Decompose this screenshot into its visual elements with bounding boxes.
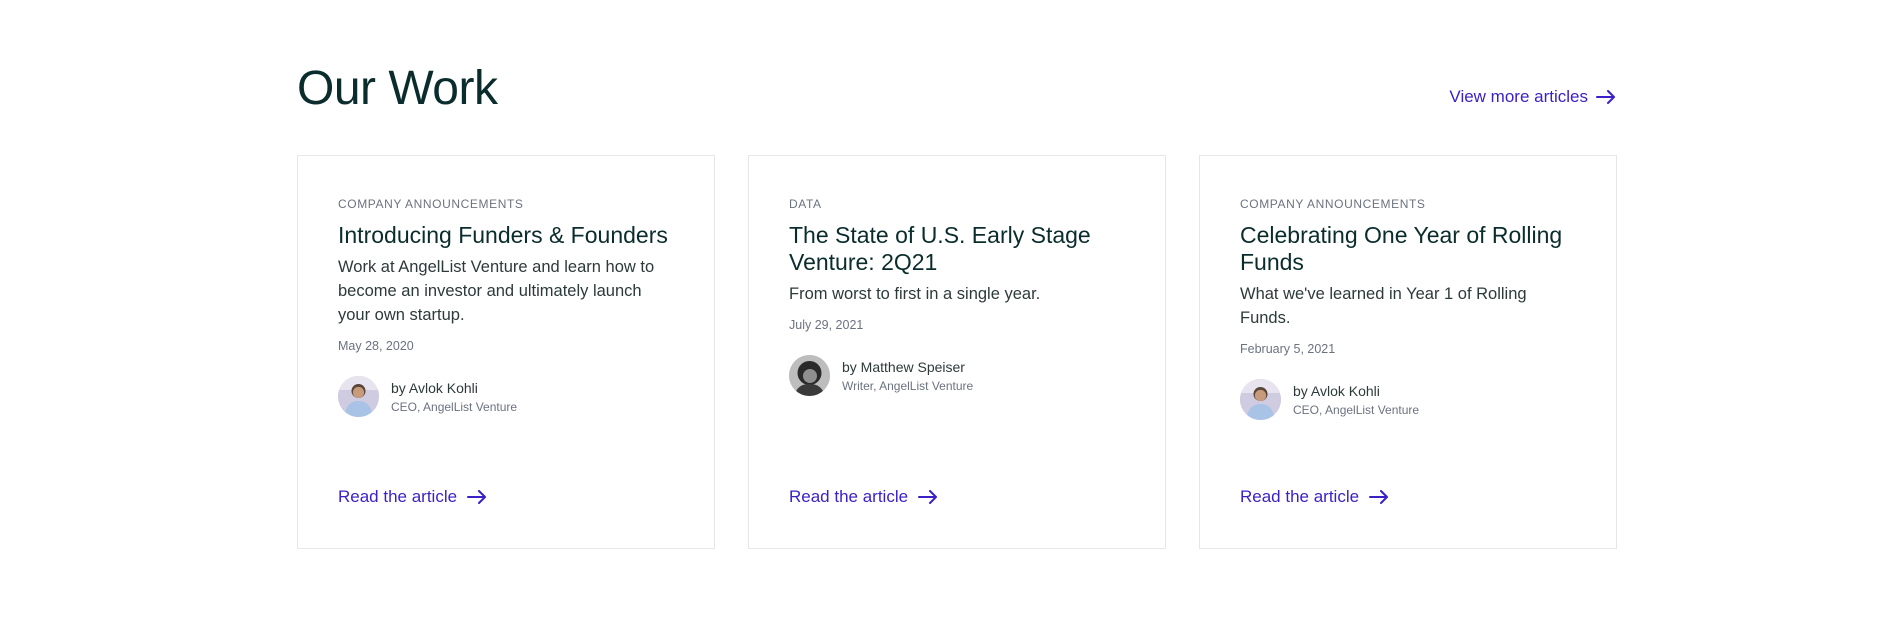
arrow-right-icon xyxy=(1596,90,1616,104)
avatar xyxy=(338,376,379,417)
author-name: by Avlok Kohli xyxy=(391,379,478,396)
article-author: by Matthew Speiser Writer, AngelList Ven… xyxy=(789,355,1125,396)
article-category: COMPANY ANNOUNCEMENTS xyxy=(338,197,524,211)
arrow-right-icon xyxy=(467,490,487,504)
article-card[interactable]: COMPANY ANNOUNCEMENTS Celebrating One Ye… xyxy=(1199,155,1617,549)
article-author: by Avlok Kohli CEO, AngelList Venture xyxy=(338,376,674,417)
article-date: July 29, 2021 xyxy=(789,318,864,332)
author-info: by Avlok Kohli CEO, AngelList Venture xyxy=(391,378,517,416)
article-description: What we've learned in Year 1 of Rolling … xyxy=(1240,285,1527,327)
article-author: by Avlok Kohli CEO, AngelList Venture xyxy=(1240,379,1576,420)
article-card[interactable]: DATA The State of U.S. Early Stage Ventu… xyxy=(748,155,1166,549)
view-more-label: View more articles xyxy=(1449,87,1588,106)
read-article-link[interactable]: Read the article xyxy=(789,486,938,508)
article-title[interactable]: The State of U.S. Early Stage Venture: 2… xyxy=(789,222,1125,276)
arrow-right-icon xyxy=(918,490,938,504)
author-name: by Avlok Kohli xyxy=(1293,382,1380,399)
read-article-link[interactable]: Read the article xyxy=(338,486,487,508)
section-title: Our Work xyxy=(297,62,498,115)
article-title[interactable]: Celebrating One Year of Rolling Funds xyxy=(1240,222,1576,276)
author-name: by Matthew Speiser xyxy=(842,358,965,375)
arrow-right-icon xyxy=(1369,490,1389,504)
author-role: CEO, AngelList Venture xyxy=(1293,402,1420,417)
article-description: Work at AngelList Venture and learn how … xyxy=(338,258,655,324)
author-info: by Matthew Speiser Writer, AngelList Ven… xyxy=(842,357,973,395)
avatar xyxy=(789,355,830,396)
read-article-label: Read the article xyxy=(338,487,458,506)
article-title[interactable]: Introducing Funders & Founders xyxy=(338,222,674,249)
avatar xyxy=(1240,379,1281,420)
article-card-list: COMPANY ANNOUNCEMENTS Introducing Funder… xyxy=(297,155,1617,549)
article-date: May 28, 2020 xyxy=(338,339,414,353)
read-article-label: Read the article xyxy=(789,487,909,506)
author-role: Writer, AngelList Venture xyxy=(842,378,974,393)
read-article-link[interactable]: Read the article xyxy=(1240,486,1389,508)
article-description: From worst to first in a single year. xyxy=(789,285,1041,303)
article-category: DATA xyxy=(789,197,822,211)
read-article-label: Read the article xyxy=(1240,487,1360,506)
author-role: CEO, AngelList Venture xyxy=(391,399,518,414)
view-more-articles-link[interactable]: View more articles xyxy=(1449,85,1616,109)
article-category: COMPANY ANNOUNCEMENTS xyxy=(1240,197,1426,211)
our-work-section: Our Work View more articles COMPANY ANNO… xyxy=(297,0,1617,639)
author-info: by Avlok Kohli CEO, AngelList Venture xyxy=(1293,381,1419,419)
article-date: February 5, 2021 xyxy=(1240,342,1336,356)
article-card[interactable]: COMPANY ANNOUNCEMENTS Introducing Funder… xyxy=(297,155,715,549)
